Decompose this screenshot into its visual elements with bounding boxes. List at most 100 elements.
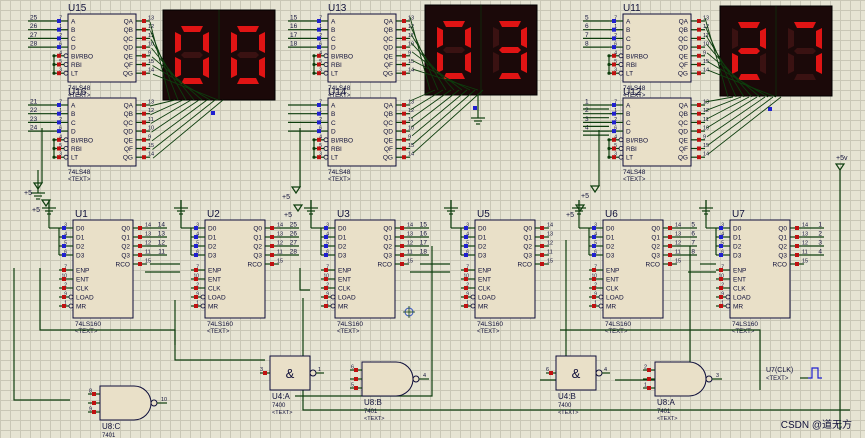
pin-label: QF — [124, 62, 133, 69]
pin-number: 1 — [644, 383, 647, 389]
inversion-bubble — [63, 53, 69, 59]
pin-label: ENT — [606, 277, 619, 284]
gate-body[interactable] — [654, 361, 707, 397]
pin-state-marker — [62, 253, 66, 257]
pin-state-marker — [263, 371, 267, 375]
segment-e — [732, 53, 738, 74]
counter-u2[interactable]: U274LS160<TEXT>D03D14D25D36ENP7ENT10CLK2… — [174, 200, 299, 335]
decoder-u11[interactable]: U1174LS48<TEXT>A75QA13B16QB12C27QC11D68Q… — [583, 3, 709, 99]
pin-state-marker — [354, 386, 358, 390]
pin-state-marker — [324, 253, 328, 257]
power-label: +5 — [32, 207, 40, 214]
pin-label: QG — [678, 155, 688, 162]
wire[interactable] — [299, 268, 310, 291]
pin-label: A — [71, 19, 76, 26]
pin-state-marker — [697, 155, 701, 160]
pin-state-marker — [400, 253, 404, 257]
segment-a — [443, 21, 465, 27]
wire[interactable] — [706, 96, 758, 129]
counter-u3[interactable]: U374LS160<TEXT>D03D14D25D36ENP7ENT10CLK2… — [304, 200, 429, 335]
seven-segment-display[interactable] — [162, 9, 276, 115]
net-label: 6 — [585, 23, 589, 30]
pin-state-marker — [324, 286, 328, 290]
segment-d — [499, 73, 521, 79]
pin-label: LT — [71, 71, 78, 78]
inversion-bubble — [63, 70, 69, 76]
schematic-drawing[interactable]: U1574LS48<TEXT>A725QA13B126QB12C227QC11D… — [0, 0, 865, 438]
pin-label: D0 — [338, 226, 347, 233]
pin-state-marker — [719, 226, 723, 230]
pin-state-marker — [668, 244, 672, 248]
pin-state-marker — [317, 103, 321, 107]
wire[interactable] — [151, 99, 200, 133]
counter-u7[interactable]: U774LS160<TEXT>D03D14D25D36ENP7ENT10CLK2… — [699, 200, 824, 335]
nand-gate-u8-b[interactable]: 6 5 4 U8:B 7401<TEXT> — [350, 361, 429, 422]
segment-a — [237, 26, 259, 32]
pin-state-marker — [194, 295, 198, 299]
clock-source[interactable]: U7(CLK) <TEXT> — [766, 367, 822, 382]
pin-label: MR — [606, 304, 616, 311]
pin-label: QC — [123, 36, 133, 43]
wire[interactable] — [412, 89, 484, 154]
pin-state-marker — [464, 286, 468, 290]
segment-a — [794, 22, 816, 28]
pin-state-marker — [612, 155, 616, 160]
nand-gate-u4-b[interactable]: & 6 4 U4:B 7400<TEXT> — [546, 355, 610, 416]
pin-state-marker — [464, 235, 468, 239]
pin-number: 15 — [148, 143, 154, 149]
pin-label: QC — [123, 120, 133, 127]
gate-body[interactable] — [99, 385, 152, 421]
pin-state-marker — [194, 286, 198, 290]
gate-part: 7400 — [558, 403, 572, 409]
schematic-canvas[interactable]: U1574LS48<TEXT>A725QA13B126QB12C227QC11D… — [0, 0, 865, 438]
inversion-bubble — [63, 62, 69, 67]
seven-segment-display[interactable] — [424, 4, 538, 110]
decoder-u14[interactable]: U1474LS48<TEXT>A7 QA 13B1 QB 12C2 QC 11D6 QD 10B… — [312, 87, 414, 183]
segment-e — [493, 52, 499, 73]
counter-u5[interactable]: U574LS160<TEXT>D03D14D25D36ENP7ENT10CLK2… — [444, 200, 553, 335]
decoder-u16[interactable]: U1674LS48<TEXT>A721QA 13B122QB 12C223QC 11D… — [28, 87, 154, 183]
pin-state-marker — [402, 36, 406, 41]
pin-state-marker — [612, 146, 616, 151]
pin-state-marker — [697, 36, 701, 41]
gate-text: <TEXT> — [558, 410, 578, 416]
net-label: 3 — [585, 116, 589, 123]
pin-label: RBI — [71, 146, 82, 153]
wire[interactable] — [411, 89, 460, 128]
chip-part: 74LS160 — [605, 321, 631, 328]
pin-state-marker — [612, 53, 616, 58]
pin-label: Q0 — [383, 226, 392, 233]
nand-gate-u8-c[interactable]: 8910U8:C7401<TEXT> — [88, 385, 167, 438]
inversion-bubble — [323, 137, 329, 143]
pin-label: QE — [384, 137, 394, 144]
pin-number: 9 — [703, 134, 706, 140]
gate-body[interactable] — [361, 361, 414, 397]
counter-u1[interactable]: U174LS160<TEXT>D03D14D25D36ENP7ENT10CLK2… — [42, 200, 167, 335]
counter-u6[interactable]: U674LS160<TEXT>D03D14D25D36ENP7ENT10CLK2… — [572, 200, 697, 335]
power-terminal: +5 — [581, 185, 601, 200]
pin-label: QB — [124, 111, 133, 118]
pin-label: D2 — [338, 244, 347, 251]
pin-label: ENP — [733, 268, 746, 275]
pin-label: QC — [383, 36, 393, 43]
pin-label: A — [331, 103, 336, 110]
pin-state-marker — [549, 371, 553, 375]
pin-state-marker — [270, 235, 274, 239]
wire[interactable] — [412, 89, 476, 145]
pin-state-marker — [194, 235, 198, 239]
pin-label: QA — [679, 103, 689, 110]
segment-c — [203, 57, 209, 78]
inversion-bubble — [63, 137, 69, 143]
nand-gate-u4-a[interactable]: & 3 1 U4:A 7400<TEXT> — [260, 355, 324, 416]
seven-segment-display[interactable] — [719, 5, 833, 111]
pin-label: D — [71, 129, 76, 136]
nand-gate-u8-a[interactable]: 2 1 3 U8:A 7401<TEXT> — [643, 361, 722, 422]
pin-state-marker — [194, 226, 198, 230]
pin-state-marker — [211, 111, 215, 115]
chip-part: 74LS160 — [732, 321, 758, 328]
decoder-u13[interactable]: U1374LS48<TEXT>A715QA13B116QB12C217QC11D… — [288, 3, 414, 99]
segment-c — [521, 52, 527, 73]
inversion-bubble — [330, 294, 336, 300]
pin-label: D — [626, 129, 631, 136]
decoder-u15[interactable]: U1574LS48<TEXT>A725QA13B126QB12C227QC11D… — [28, 3, 154, 99]
